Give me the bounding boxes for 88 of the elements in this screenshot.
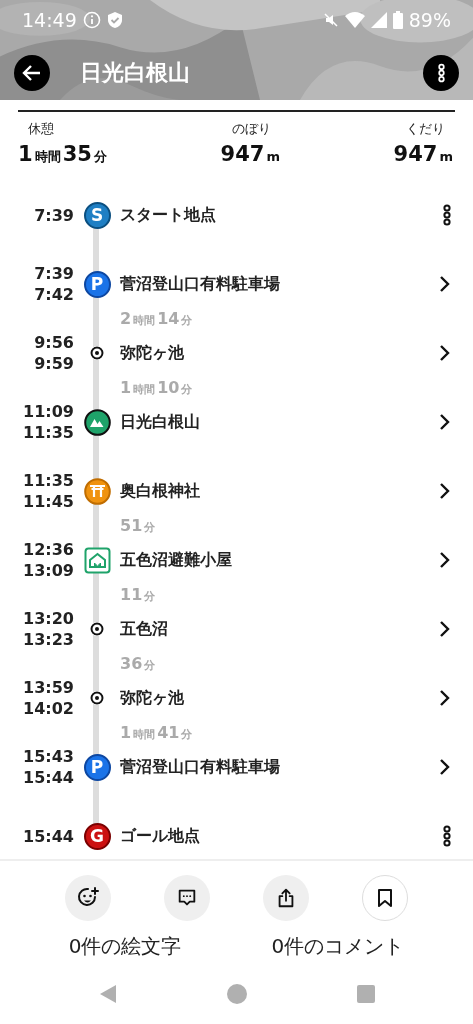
parking-marker: P [83,753,111,781]
open-button[interactable] [439,551,451,569]
open-button[interactable] [439,413,451,431]
stat-label: くだり [405,120,446,138]
stop-time: 14:02 [23,698,74,719]
stop-time: 15:44 [23,825,74,847]
info-icon [82,11,101,29]
stat-value: 947 m [393,142,454,166]
chevron-right-icon [439,413,451,431]
stop-name: 弥陀ヶ池 [120,342,185,364]
waypoint-icon [90,691,104,705]
chevron-right-icon [439,344,451,362]
count-label: 0件のコメント [271,933,405,960]
stat-value: 1 時間 35 分 [18,142,108,166]
stat-label: のぼり [230,120,272,138]
chevron-right-icon [439,689,451,707]
stop-time: 7:39 [34,204,74,226]
waypoint-icon [90,622,104,636]
stop-time: 13:59 [23,677,74,698]
bookmark-icon [375,887,395,909]
stop-time: 9:59 [34,353,74,374]
count-label: 0件の絵文字 [68,933,182,960]
stop-time: 12:36 [23,539,74,560]
stop-time: 11:45 [23,491,74,512]
more-button[interactable] [443,204,451,226]
signal-icon [370,12,387,28]
chevron-right-icon [439,551,451,569]
bookmark-button[interactable] [362,875,408,921]
open-button[interactable] [439,344,451,362]
battery-icon [392,11,403,29]
stop-name: 奥白根神社 [120,480,201,502]
segment-duration: 1 時間 10分 [120,378,194,397]
stop-time: 11:35 [23,422,74,443]
start-marker: S [83,201,111,229]
segment-duration: 36分 [120,654,157,673]
stop-time: 15:43 [23,746,74,767]
more-icon [443,204,451,226]
back-arrow-icon [22,64,42,82]
stop-time: 13:23 [23,629,74,650]
parking-marker: P [83,270,111,298]
segment-duration: 11分 [120,585,157,604]
stop-time: 7:42 [34,284,74,305]
stat-value: 947 m [220,142,281,166]
segment-duration: 51分 [120,516,157,535]
stop-name: 五色沼 [120,618,169,640]
chevron-right-icon [439,758,451,776]
torii-icon [83,477,111,505]
chevron-right-icon [439,275,451,293]
mountain-icon [83,408,111,436]
stop-name: 弥陀ヶ池 [120,687,185,709]
wifi-icon [344,12,365,28]
battery-percent: 89% [408,9,451,31]
chevron-right-icon [439,482,451,500]
more-button[interactable] [443,825,451,847]
chevron-right-icon [439,620,451,638]
emoji-button[interactable] [65,875,111,921]
more-icon [437,63,445,83]
stop-name: 菅沼登山口有料駐車場 [120,756,281,778]
stop-name: 日光白根山 [120,411,201,433]
segment-duration: 2 時間 14分 [120,309,194,328]
open-button[interactable] [439,620,451,638]
comment-button[interactable] [164,875,210,921]
stop-time: 11:35 [23,470,74,491]
stop-name: 五色沼避難小屋 [120,549,233,571]
mute-icon [322,12,339,28]
route-title: 日光白根山 [80,59,191,87]
share-button[interactable] [263,875,309,921]
more-icon [443,825,451,847]
stop-name: ゴール地点 [120,825,201,847]
goal-marker: G [83,822,111,850]
shield-icon [106,11,123,29]
stop-name: スタート地点 [120,204,217,226]
waypoint-icon [90,346,104,360]
segment-duration: 1 時間 41分 [120,723,194,742]
stop-time: 7:39 [34,263,74,284]
open-button[interactable] [439,758,451,776]
hut-icon [83,546,111,574]
open-button[interactable] [439,482,451,500]
open-button[interactable] [439,275,451,293]
stop-name: 菅沼登山口有料駐車場 [120,273,281,295]
stop-time: 13:09 [23,560,74,581]
status-time: 14:49 [22,9,77,31]
stop-time: 13:20 [23,608,74,629]
stat-label: 休憩 [27,120,55,138]
stop-time: 9:56 [34,332,74,353]
open-button[interactable] [439,689,451,707]
stop-time: 15:44 [23,767,74,788]
stop-time: 11:09 [23,401,74,422]
